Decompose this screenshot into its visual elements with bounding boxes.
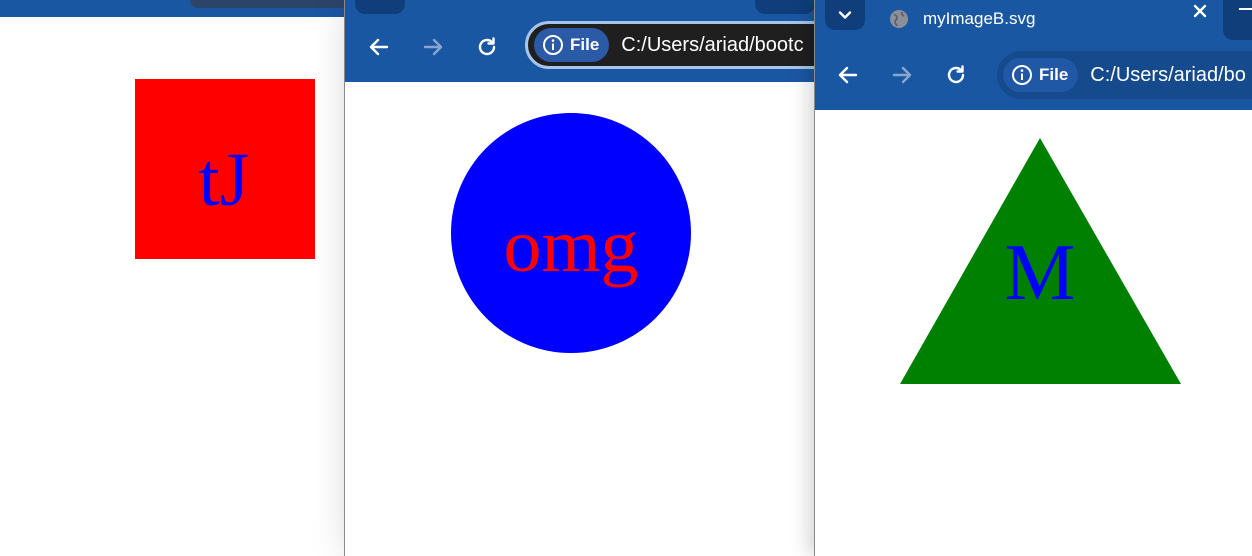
browser-window-left: tJ (0, 0, 360, 556)
svg-image-square: tJ (135, 79, 315, 259)
reload-icon (947, 65, 965, 84)
tab-search-button[interactable] (355, 0, 405, 14)
tab-close-button[interactable] (1189, 0, 1211, 22)
page-viewport: tJ (0, 17, 360, 556)
arrow-right-icon (892, 66, 912, 84)
close-icon (1193, 4, 1207, 18)
browser-toolbar: myImageB.svg File C:/Users/ariad/bo (815, 0, 1252, 110)
globe-icon (890, 10, 908, 28)
url-text[interactable]: C:/Users/ariad/bootc (621, 34, 803, 57)
desktop: tJ File C:/Users/ariad/bootc omg myImage… (0, 0, 1252, 556)
forward-button[interactable] (415, 29, 451, 65)
address-bar[interactable]: File C:/Users/ariad/bo (997, 51, 1252, 99)
back-button[interactable] (361, 29, 397, 65)
reload-button[interactable] (469, 29, 505, 65)
reload-icon (478, 37, 496, 56)
browser-window-middle: File C:/Users/ariad/bootc omg (345, 0, 825, 556)
arrow-left-icon (369, 38, 389, 56)
info-icon (543, 35, 563, 55)
site-info-chip[interactable]: File (1003, 58, 1079, 92)
browser-toolbar (0, 0, 360, 17)
tab-edge (755, 0, 815, 14)
back-button[interactable] (830, 57, 866, 93)
chip-label: File (570, 35, 600, 54)
tab-title: myImageB.svg (923, 9, 1036, 28)
triangle-text: M (1004, 229, 1075, 317)
tab-myimageb[interactable]: myImageB.svg (875, 0, 1221, 38)
browser-window-right: myImageB.svg File C:/Users/ariad/bo M (815, 0, 1252, 556)
chevron-down-icon (838, 11, 852, 19)
chip-label: File (1039, 65, 1069, 84)
url-text[interactable]: C:/Users/ariad/bo (1090, 64, 1246, 87)
arrow-left-icon (838, 66, 858, 84)
browser-toolbar: File C:/Users/ariad/bootc (345, 0, 825, 82)
svg-image-triangle: M (900, 138, 1181, 384)
plus-icon (1239, 8, 1252, 10)
forward-button[interactable] (884, 57, 920, 93)
square-text: tJ (199, 138, 250, 222)
tab-strip (190, 0, 360, 8)
circle-text: omg (503, 204, 638, 288)
info-icon (1012, 65, 1032, 85)
new-tab-button[interactable] (1223, 0, 1252, 40)
page-viewport: omg (345, 82, 825, 556)
tab-search-button[interactable] (825, 0, 865, 30)
arrow-right-icon (423, 38, 443, 56)
page-viewport: M (815, 110, 1252, 556)
address-bar[interactable]: File C:/Users/ariad/bootc (525, 21, 825, 69)
site-info-chip[interactable]: File (534, 28, 610, 62)
reload-button[interactable] (938, 57, 974, 93)
svg-image-circle: omg (451, 113, 691, 353)
